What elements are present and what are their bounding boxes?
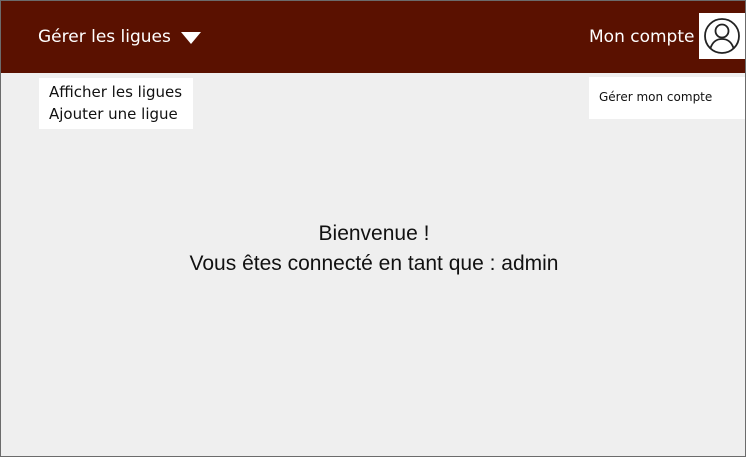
welcome-message: Bienvenue ! Vous êtes connecté en tant q… bbox=[1, 219, 745, 279]
manage-leagues-menu-button[interactable]: Gérer les ligues bbox=[38, 27, 201, 47]
avatar[interactable] bbox=[699, 13, 745, 59]
account-menu-button[interactable]: Mon compte bbox=[589, 27, 694, 47]
menu-item-add-league[interactable]: Ajouter une ligue bbox=[49, 103, 193, 125]
top-navigation-bar: Gérer les ligues Mon compte bbox=[1, 1, 745, 73]
menu-item-show-leagues[interactable]: Afficher les ligues bbox=[49, 81, 193, 103]
account-dropdown: Gérer mon compte bbox=[589, 77, 745, 119]
caret-down-icon bbox=[180, 32, 201, 44]
user-circle-icon bbox=[704, 18, 740, 54]
manage-leagues-label: Gérer les ligues bbox=[38, 27, 171, 47]
account-label: Mon compte bbox=[589, 27, 695, 47]
welcome-line: Bienvenue ! bbox=[318, 222, 430, 245]
manage-leagues-dropdown: Afficher les ligues Ajouter une ligue bbox=[39, 78, 193, 129]
app-window: Gérer les ligues Mon compte Afficher les… bbox=[0, 0, 746, 457]
connected-as-line: Vous êtes connecté en tant que : admin bbox=[189, 252, 559, 275]
menu-item-manage-account[interactable]: Gérer mon compte bbox=[599, 90, 745, 104]
